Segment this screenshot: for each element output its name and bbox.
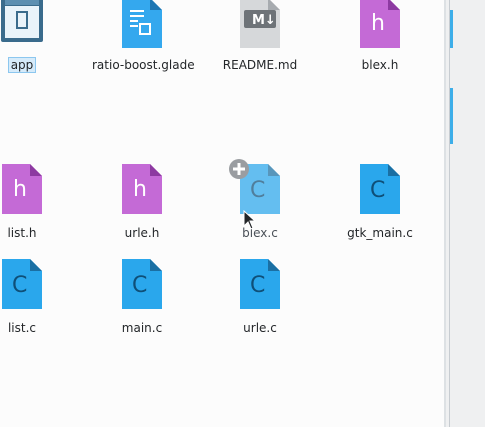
file-label: list.c (7, 321, 37, 335)
svg-text:C: C (250, 178, 265, 203)
c-file-icon: C (240, 259, 280, 309)
h-file-icon: h (2, 164, 42, 214)
side-panel-accent (450, 10, 453, 48)
file-label: README.md (222, 58, 298, 72)
svg-text:C: C (370, 178, 385, 203)
c-file-icon: C (360, 164, 400, 214)
svg-text:C: C (132, 273, 147, 298)
file-icon-view[interactable]: app ratio-boost.glade M↓ README.md h ble… (0, 0, 444, 427)
file-label: ratio-boost.glade (92, 58, 195, 72)
file-label: app (7, 57, 37, 73)
svg-text:C: C (250, 273, 265, 298)
file-label: blex.h (361, 58, 399, 72)
plus-badge-icon (229, 159, 249, 179)
svg-text:h: h (133, 177, 147, 202)
file-label: urle.c (243, 321, 277, 335)
file-label: urle.h (124, 226, 160, 240)
file-label: blex.c (242, 226, 278, 240)
h-file-icon: h (360, 0, 400, 48)
file-label: list.h (7, 226, 37, 240)
svg-text:M↓: M↓ (252, 13, 276, 28)
file-label: gtk_main.c (347, 226, 413, 240)
arrow-cursor-icon (243, 210, 257, 230)
side-panel (446, 0, 485, 427)
h-file-icon: h (122, 164, 162, 214)
file-label: main.c (121, 321, 163, 335)
c-file-icon: C (2, 259, 42, 309)
svg-text:C: C (12, 273, 27, 298)
side-panel-border (449, 0, 450, 427)
markdown-file-icon: M↓ (240, 0, 280, 48)
c-file-icon: C (122, 259, 162, 309)
svg-text:h: h (13, 177, 27, 202)
svg-text:h: h (371, 11, 385, 36)
side-panel-accent (450, 88, 453, 144)
glade-file-icon (122, 0, 162, 48)
window-app-icon (1, 0, 43, 42)
